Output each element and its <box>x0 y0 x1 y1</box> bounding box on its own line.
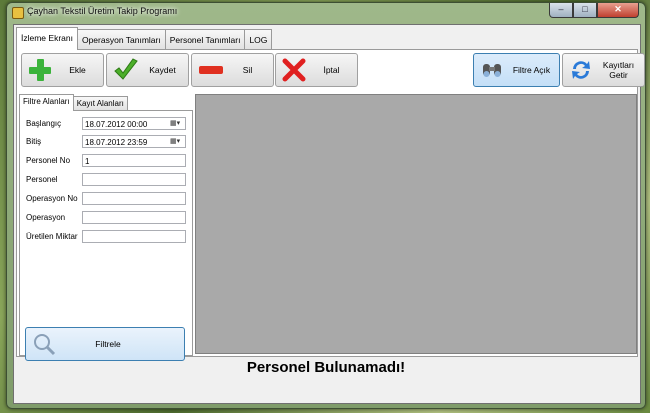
magnifier-icon <box>32 332 56 356</box>
start-date-picker[interactable]: 18.07.2012 00:00 ▦▾ <box>82 117 186 130</box>
end-date-picker[interactable]: 18.07.2012 23:59 ▦▾ <box>82 135 186 148</box>
checkmark-icon <box>113 58 138 82</box>
minimize-button[interactable]: – <box>549 3 573 18</box>
filter-toggle-button[interactable]: Filtre Açık <box>473 53 560 87</box>
operasyon-input[interactable] <box>82 211 186 224</box>
binoculars-icon <box>480 58 504 82</box>
miktar-row: Üretilen Miktar <box>26 229 81 243</box>
load-records-button[interactable]: Kayıtları Getir <box>562 53 645 87</box>
save-button-label: Kaydet <box>149 65 176 75</box>
load-records-label: Kayıtları Getir <box>602 60 635 80</box>
app-icon <box>12 7 24 19</box>
personel-input[interactable] <box>82 173 186 186</box>
add-button-label: Ekle <box>69 65 86 75</box>
personel-no-input[interactable]: 1 <box>82 154 186 167</box>
personel-no-label: Personel No <box>26 155 71 165</box>
operasyon-row: Operasyon <box>26 210 81 224</box>
end-date-row: Bitiş <box>26 134 81 148</box>
delete-button-label: Sil <box>242 65 253 75</box>
app-window: Çayhan Tekstil Üretim Takip Programı – □… <box>6 2 646 409</box>
start-date-value: 18.07.2012 00:00 <box>85 120 148 129</box>
maximize-button[interactable]: □ <box>573 3 597 18</box>
personel-no-row: Personel No <box>26 153 81 167</box>
calendar-dropdown-icon[interactable]: ▦▾ <box>170 119 184 129</box>
tab-izleme[interactable]: İzleme Ekranı <box>16 27 78 50</box>
miktar-label: Üretilen Miktar <box>26 231 78 241</box>
delete-button[interactable]: Sil <box>191 53 274 87</box>
x-icon <box>282 58 306 82</box>
miktar-input[interactable] <box>82 230 186 243</box>
sub-tabs: Filtre Alanları Kayıt Alanları <box>19 94 128 111</box>
status-message: Personel Bulunamadı! <box>246 359 406 376</box>
records-grid[interactable] <box>195 94 637 354</box>
tab-operasyon-tanimlari[interactable]: Operasyon Tanımları <box>76 29 166 50</box>
title-bar[interactable]: Çayhan Tekstil Üretim Takip Programı – □… <box>7 3 645 21</box>
personel-row: Personel <box>26 172 81 186</box>
save-button[interactable]: Kaydet <box>106 53 189 87</box>
main-tabs: İzleme Ekranı Operasyon Tanımları Person… <box>16 27 273 50</box>
start-date-row: Başlangıç <box>26 116 81 130</box>
plus-icon <box>28 58 52 82</box>
start-date-label: Başlangıç <box>26 118 62 128</box>
subtab-filtre-alanlari[interactable]: Filtre Alanları <box>19 94 74 111</box>
calendar-dropdown-icon[interactable]: ▦▾ <box>170 137 184 147</box>
window-title: Çayhan Tekstil Üretim Takip Programı <box>27 6 178 16</box>
end-date-value: 18.07.2012 23:59 <box>85 138 148 147</box>
window-controls: – □ ✕ <box>549 3 639 18</box>
close-button[interactable]: ✕ <box>597 3 639 18</box>
operasyon-no-label: Operasyon No <box>26 193 78 203</box>
end-date-label: Bitiş <box>26 136 42 146</box>
filter-panel: Başlangıç 18.07.2012 00:00 ▦▾ Bitiş 18.0… <box>19 110 193 361</box>
izleme-panel: Ekle Kaydet Sil İptal Filtre Açık Kayıtl… <box>16 49 645 361</box>
filter-button-label: Filtrele <box>95 339 121 349</box>
add-button[interactable]: Ekle <box>21 53 104 87</box>
minus-icon <box>198 58 223 82</box>
subtab-kayit-alanlari[interactable]: Kayıt Alanları <box>72 96 128 111</box>
cancel-button[interactable]: İptal <box>275 53 358 87</box>
filter-button[interactable]: Filtrele <box>25 327 185 361</box>
filter-toggle-label: Filtre Açık <box>512 65 551 75</box>
cancel-button-label: İptal <box>323 65 340 75</box>
personel-label: Personel <box>26 174 58 184</box>
refresh-icon <box>569 58 593 82</box>
operasyon-no-input[interactable] <box>82 192 186 205</box>
operasyon-label: Operasyon <box>26 212 66 222</box>
client-area: İzleme Ekranı Operasyon Tanımları Person… <box>13 24 645 404</box>
tab-personel-tanimlari[interactable]: Personel Tanımları <box>164 29 246 50</box>
operasyon-no-row: Operasyon No <box>26 191 81 205</box>
tab-log[interactable]: LOG <box>244 29 273 50</box>
